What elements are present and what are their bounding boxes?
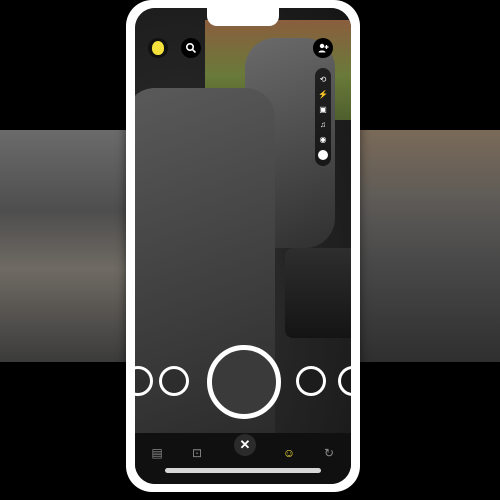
add-friend-icon <box>318 43 329 53</box>
camera-tools: ⟲ ⚡ ▣ ♫ ◉ <box>315 68 331 166</box>
camera-screen: ⟲ ⚡ ▣ ♫ ◉ ▤ ⊡ ☺ ↻ ✕ <box>135 8 351 484</box>
lens-option-left[interactable] <box>159 366 189 396</box>
lens-icon[interactable]: ◉ <box>318 135 328 145</box>
add-friend-button[interactable] <box>313 38 333 58</box>
capture-button[interactable] <box>207 345 281 419</box>
left-interior-photo <box>0 130 140 362</box>
scan-icon[interactable]: ⊡ <box>189 445 205 461</box>
profile-avatar-icon <box>152 41 164 55</box>
refresh-icon[interactable]: ↻ <box>321 445 337 461</box>
search-icon <box>185 42 197 54</box>
right-interior-photo <box>355 130 500 362</box>
phone-frame: ⟲ ⚡ ▣ ♫ ◉ ▤ ⊡ ☺ ↻ ✕ <box>126 0 360 492</box>
memories-icon[interactable]: ▤ <box>149 445 165 461</box>
flash-icon[interactable]: ⚡ <box>318 90 328 100</box>
center-console <box>285 248 351 338</box>
smiley-icon[interactable]: ☺ <box>281 445 297 461</box>
profile-avatar-button[interactable] <box>148 38 168 58</box>
phone-notch <box>207 8 279 26</box>
lens-option-right[interactable] <box>296 366 326 396</box>
flip-camera-icon[interactable]: ⟲ <box>318 75 328 85</box>
close-button[interactable]: ✕ <box>234 434 256 456</box>
home-indicator[interactable] <box>165 468 321 473</box>
more-dot-icon[interactable] <box>318 149 328 160</box>
close-icon: ✕ <box>239 437 251 452</box>
music-icon[interactable]: ♫ <box>318 120 328 130</box>
search-button[interactable] <box>181 38 201 58</box>
video-icon[interactable]: ▣ <box>318 105 328 115</box>
